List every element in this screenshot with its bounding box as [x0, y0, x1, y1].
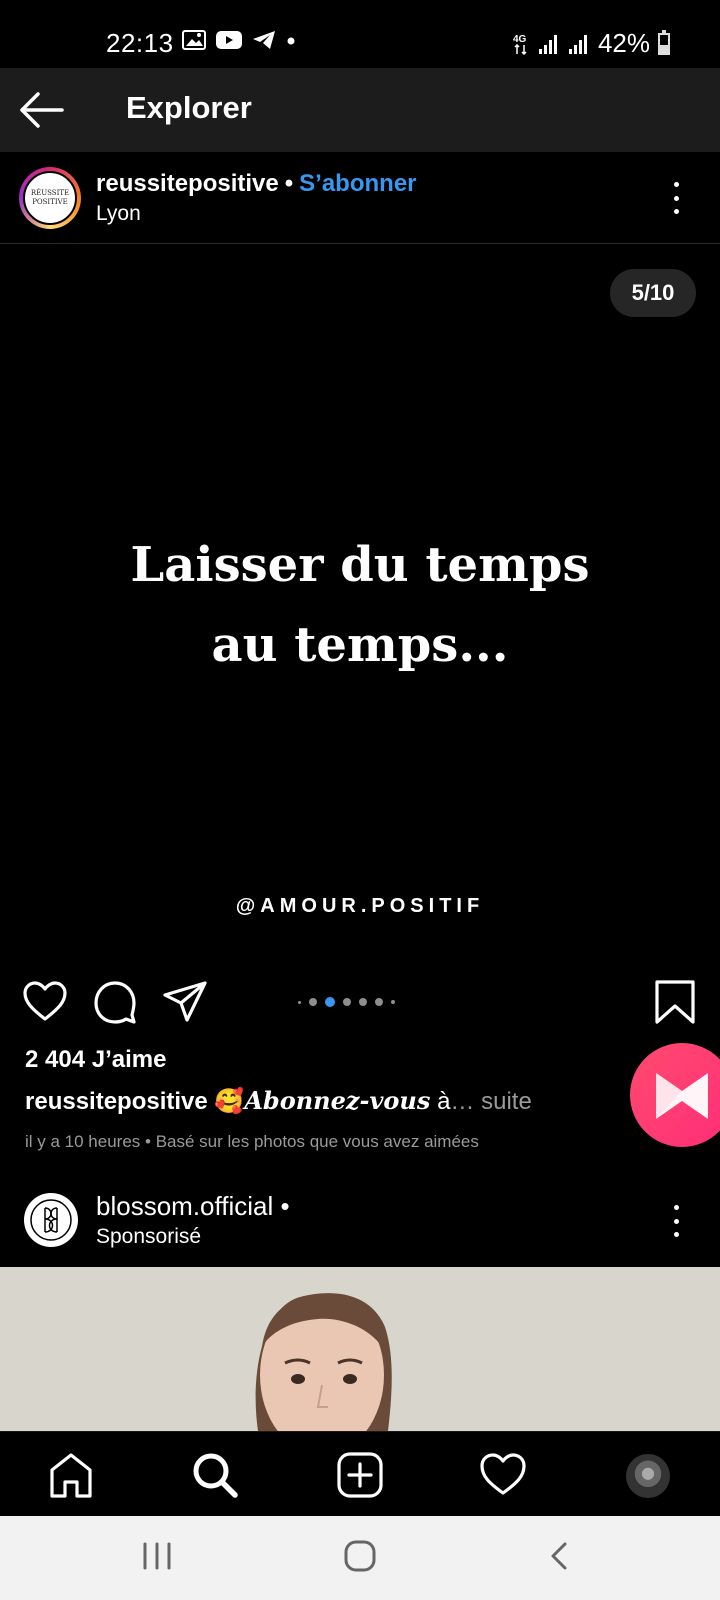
avatar-logo: RÉUSSITE POSITIVE: [23, 171, 77, 225]
separator-dot: •: [284, 170, 294, 197]
caption-username[interactable]: reussitepositive: [25, 1088, 208, 1115]
bow-logo-icon: [656, 1073, 708, 1119]
avatar-text-line1: RÉUSSITE: [30, 189, 70, 197]
post-caption[interactable]: reussitepositive 🥰Abonnez-vous à… suite: [25, 1086, 532, 1116]
svg-text:4G: 4G: [513, 34, 527, 45]
separator-dot: •: [280, 1191, 290, 1221]
back-button[interactable]: [18, 86, 68, 134]
slide-counter: 5/10: [610, 269, 696, 317]
status-bar: 22:13 4G 42%: [0, 0, 720, 68]
home-icon[interactable]: [46, 1450, 96, 1500]
post-username[interactable]: reussitepositive: [96, 170, 279, 197]
more-options-icon[interactable]: [670, 182, 682, 214]
follow-button[interactable]: S’abonner: [299, 170, 416, 197]
blossom-logo-icon: [30, 1199, 72, 1241]
like-heart-icon[interactable]: [22, 979, 68, 1025]
status-time: 22:13: [106, 28, 174, 58]
recent-apps-icon[interactable]: [140, 1536, 174, 1576]
back-chevron-icon[interactable]: [546, 1536, 572, 1576]
carousel-indicator: [298, 997, 395, 1007]
activity-heart-icon[interactable]: [478, 1450, 528, 1500]
carousel-dot: [375, 998, 383, 1006]
telegram-icon: [253, 31, 275, 49]
signal-icon: [568, 34, 587, 54]
comment-icon[interactable]: [92, 979, 138, 1025]
profile-avatar[interactable]: [626, 1454, 670, 1498]
carousel-dot: [325, 997, 335, 1007]
portrait-photo: [0, 1267, 720, 1431]
gallery-icon: [182, 30, 206, 50]
post-header-2: blossom.official • Sponsorisé: [0, 1183, 720, 1267]
post-meta: il y a 10 heures • Basé sur les photos q…: [25, 1132, 479, 1151]
status-right-icons: 4G 42%: [512, 28, 670, 59]
watermark-handle: @AMOUR.POSITIF: [235, 895, 485, 917]
page-title: Explorer: [126, 90, 252, 125]
notification-dot-icon: [287, 37, 295, 45]
avatar[interactable]: RÉUSSITE POSITIVE: [19, 167, 81, 229]
battery-icon: [658, 29, 670, 55]
share-send-icon[interactable]: [162, 979, 208, 1025]
post-actions: [0, 957, 720, 1047]
more-options-icon[interactable]: [670, 1205, 682, 1237]
likes-count[interactable]: 2 404 J’aime: [25, 1046, 166, 1074]
top-app-bar: Explorer: [0, 68, 720, 152]
youtube-icon: [216, 31, 242, 49]
bottom-navigation: [0, 1431, 720, 1516]
floating-app-bubble[interactable]: [630, 1043, 720, 1147]
carousel-dot: [391, 1000, 395, 1004]
battery-percent: 42%: [597, 28, 650, 58]
quote-line-2: au temps...: [211, 617, 509, 673]
post2-media[interactable]: [0, 1267, 720, 1431]
carousel-dot: [343, 998, 351, 1006]
post-media[interactable]: 5/10 Laisser du temps au temps... @AMOUR…: [0, 245, 720, 957]
post2-user-line: blossom.official •: [96, 1191, 290, 1222]
post-location[interactable]: Lyon: [96, 202, 141, 226]
post2-username[interactable]: blossom.official: [96, 1191, 273, 1221]
carousel-dot: [309, 998, 317, 1006]
status-notification-icons: [182, 30, 296, 50]
sponsored-label: Sponsorisé: [96, 1225, 202, 1248]
system-navigation: [0, 1516, 720, 1600]
avatar[interactable]: [24, 1193, 78, 1247]
search-icon[interactable]: [190, 1450, 240, 1500]
arrow-left-icon: [20, 92, 64, 128]
caption-emoji: 🥰: [214, 1088, 245, 1115]
home-button-icon[interactable]: [340, 1536, 380, 1576]
carousel-dot: [298, 1000, 301, 1004]
post-user-line: reussitepositive • S’abonner: [96, 170, 417, 198]
avatar-text-line2: POSITIVE: [32, 198, 68, 206]
caption-more-link[interactable]: … suite: [450, 1088, 531, 1115]
post-header: RÉUSSITE POSITIVE reussitepositive • S’abo…: [0, 152, 720, 244]
caption-tail: à: [430, 1088, 451, 1115]
signal-icon: [538, 34, 557, 54]
quote-line-1: Laisser du temps: [130, 537, 590, 593]
network-4g-icon: 4G: [513, 34, 527, 55]
carousel-dot: [359, 998, 367, 1006]
add-post-icon[interactable]: [335, 1450, 385, 1500]
caption-text: Abonnez-vous: [244, 1086, 431, 1115]
bookmark-icon[interactable]: [652, 979, 698, 1025]
